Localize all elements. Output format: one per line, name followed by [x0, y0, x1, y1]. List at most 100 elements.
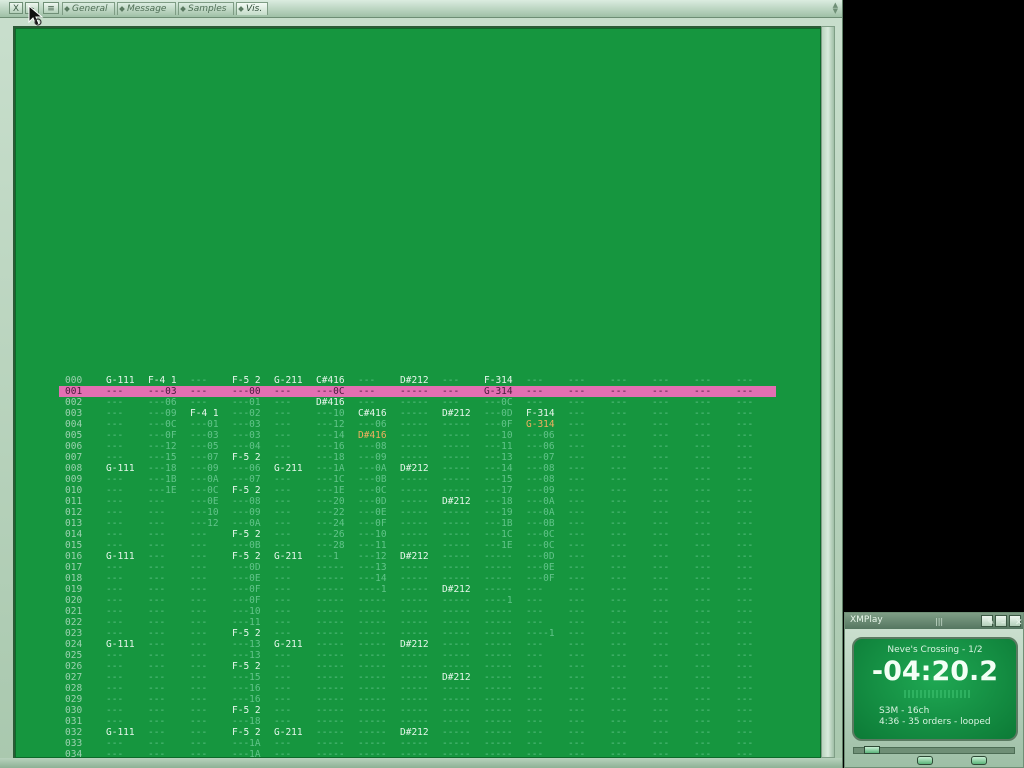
pattern-cell: ---: [736, 397, 754, 408]
xmplay-close-button[interactable]: ✕: [1009, 615, 1023, 628]
amp-knob[interactable]: [971, 756, 987, 765]
tab-message[interactable]: Message: [117, 2, 176, 15]
lcd-display[interactable]: Neve's Crossing - 1/2 -04:20.2 S3M - 16c…: [852, 637, 1018, 741]
pattern-cell: G-314: [526, 419, 555, 430]
pattern-cell: -----: [316, 650, 345, 661]
pattern-cell: ---08: [526, 463, 555, 474]
minimize-icon: –: [1001, 618, 1006, 628]
pattern-cell: ---: [610, 672, 628, 683]
pattern-cell: ---: [274, 562, 292, 573]
pattern-cell: ---: [694, 397, 712, 408]
pattern-cell: ---: [652, 463, 670, 474]
pattern-cell: ---14: [316, 430, 345, 441]
pattern-cell: ---: [526, 705, 544, 716]
pattern-cell: ---09: [148, 408, 177, 419]
scrollbar[interactable]: [821, 26, 835, 758]
pattern-cell: ---10: [484, 430, 513, 441]
pattern-cell: ---: [106, 397, 124, 408]
pattern-cell: -----: [442, 452, 471, 463]
pattern-cell: ---: [190, 397, 208, 408]
tab-general[interactable]: General: [62, 2, 115, 15]
row-number: 017: [65, 562, 83, 573]
pattern-cell: ---: [610, 529, 628, 540]
pattern-cell: ---15: [148, 452, 177, 463]
pattern-cell: ---: [274, 386, 292, 397]
pattern-cell: G-111: [106, 375, 135, 386]
pattern-cell: ---: [106, 573, 124, 584]
pattern-cell: ---: [694, 452, 712, 463]
pattern-cell: G-211: [274, 463, 303, 474]
pattern-cell: -----: [400, 419, 429, 430]
close-button[interactable]: X: [9, 2, 23, 14]
pattern-cell: ---05: [190, 441, 219, 452]
row-number: 028: [65, 683, 83, 694]
pattern-cell: D#416: [316, 397, 345, 408]
pattern-cell: ---0E: [358, 507, 387, 518]
pattern-cell: ---0F: [232, 584, 261, 595]
tab-label: Message: [127, 4, 167, 14]
mouse-cursor-icon: [28, 5, 44, 26]
pattern-cell: -----: [316, 628, 345, 639]
pattern-row: 004 --- ---0C ---01 ---03 --- ---12 ---06 ----- -…: [59, 419, 776, 430]
pattern-cell: ---: [526, 694, 544, 705]
pattern-cell: -----: [400, 683, 429, 694]
pattern-cell: ---: [274, 661, 292, 672]
pattern-cell: G-211: [274, 727, 303, 738]
minimize-button[interactable]: –: [995, 615, 1007, 628]
pattern-cell: ---: [526, 617, 544, 628]
pattern-cell: -----: [484, 606, 513, 617]
pattern-cell: ----1: [358, 584, 387, 595]
pattern-cell: ---1: [316, 551, 339, 562]
pattern-cell: ---: [610, 375, 628, 386]
pattern-row-current: 001 --- ---03 --- ---00 --- ---0C --- ----- --- G-…: [59, 386, 776, 397]
pattern-cell: ---: [568, 463, 586, 474]
grip-icon: |||: [935, 617, 944, 626]
pattern-cell: -----: [400, 672, 429, 683]
pattern-cell: ---: [652, 639, 670, 650]
pattern-cell: -----: [400, 584, 429, 595]
pattern-cell: ---0A: [526, 496, 555, 507]
pattern-cell: ---0B: [526, 518, 555, 529]
tab-vis[interactable]: Vis.: [236, 2, 268, 15]
volume-knob[interactable]: [917, 756, 933, 765]
pattern-cell: -----: [442, 650, 471, 661]
pattern-cell: ---: [694, 705, 712, 716]
pattern-cell: ---: [610, 573, 628, 584]
pattern-cell: ---15: [484, 474, 513, 485]
pattern-cell: ---: [652, 595, 670, 606]
tab-samples[interactable]: Samples: [178, 2, 234, 15]
resize-grip-icon[interactable]: ▲ ▼: [833, 2, 838, 15]
pattern-cell: ---: [736, 606, 754, 617]
pattern-cell: -----: [358, 639, 387, 650]
tab-marker-icon: [64, 6, 70, 12]
pattern-cell: -----: [442, 551, 471, 562]
pattern-cell: -----: [400, 606, 429, 617]
pattern-cell: ---: [736, 507, 754, 518]
tools-button[interactable]: ✎: [981, 615, 995, 628]
row-number: 020: [65, 595, 83, 606]
pattern-cell: -----: [442, 738, 471, 749]
pattern-cell: ---01: [232, 397, 261, 408]
pattern-cell: ---: [106, 474, 124, 485]
pattern-cell: ---: [274, 507, 292, 518]
time-display[interactable]: -04:20.2: [854, 656, 1016, 687]
pattern-cell: ---: [736, 694, 754, 705]
pattern-cell: -----: [442, 606, 471, 617]
pattern-cell: ---: [694, 551, 712, 562]
row-number: 013: [65, 518, 83, 529]
pattern-cell: D#212: [442, 408, 471, 419]
pattern-cell: ---: [568, 441, 586, 452]
pattern-cell: -----: [358, 716, 387, 727]
seek-knob[interactable]: [864, 746, 880, 754]
row-number: 030: [65, 705, 83, 716]
pattern-cell: -----: [442, 705, 471, 716]
pattern-cell: ---: [652, 540, 670, 551]
pattern-cell: -----: [358, 672, 387, 683]
seek-bar[interactable]: [853, 746, 1015, 754]
pattern-cell: ---10: [190, 507, 219, 518]
xmplay-titlebar[interactable]: XMPlay ||| ✎ – ✕: [845, 613, 1023, 629]
pattern-cell: ---: [610, 683, 628, 694]
pattern-cell: ---: [190, 661, 208, 672]
pattern-cell: -----: [316, 716, 345, 727]
pattern-cell: ---: [694, 474, 712, 485]
